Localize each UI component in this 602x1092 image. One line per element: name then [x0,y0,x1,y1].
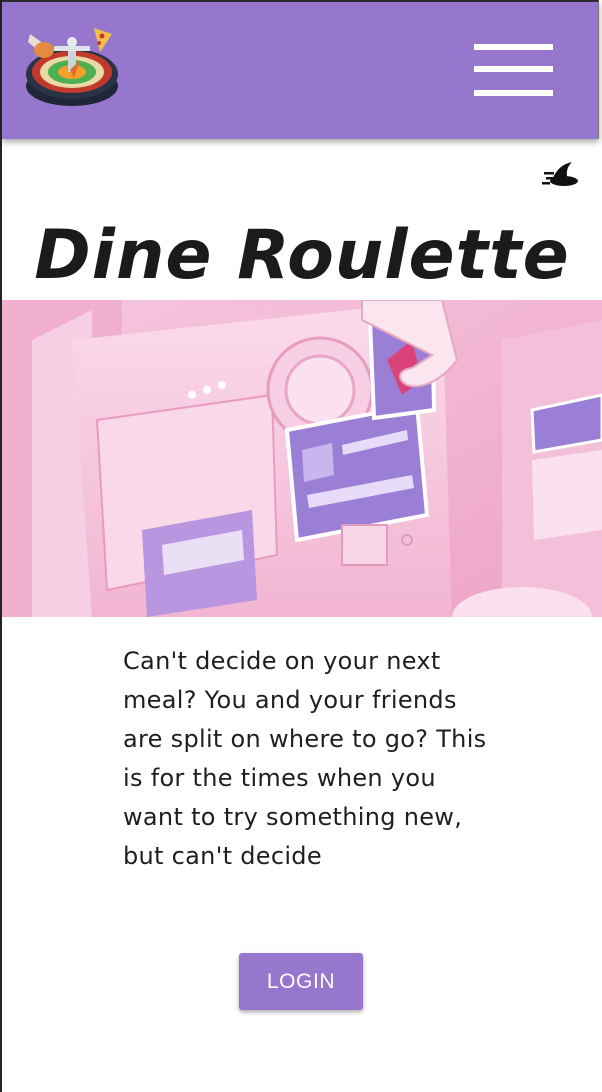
witch-hat-graphic [542,162,578,186]
page-title: Dine Roulette [34,216,570,295]
hamburger-menu-button[interactable] [472,40,556,102]
witch-hat-icon[interactable] [542,158,580,190]
hero-image [2,300,602,617]
menu-line [474,66,553,72]
app-description: Can't decide on your next meal? You and … [123,647,487,870]
roulette-logo-graphic [26,28,118,106]
menu-line [474,44,553,50]
menu-line [474,90,553,96]
top-app-bar [2,0,599,139]
gashapon-machine-illustration [2,300,602,617]
roulette-logo-icon[interactable] [22,22,122,108]
login-button[interactable]: LOGIN [239,953,363,1010]
page: Dine Roulette Can't decide on your next … [0,0,602,1092]
